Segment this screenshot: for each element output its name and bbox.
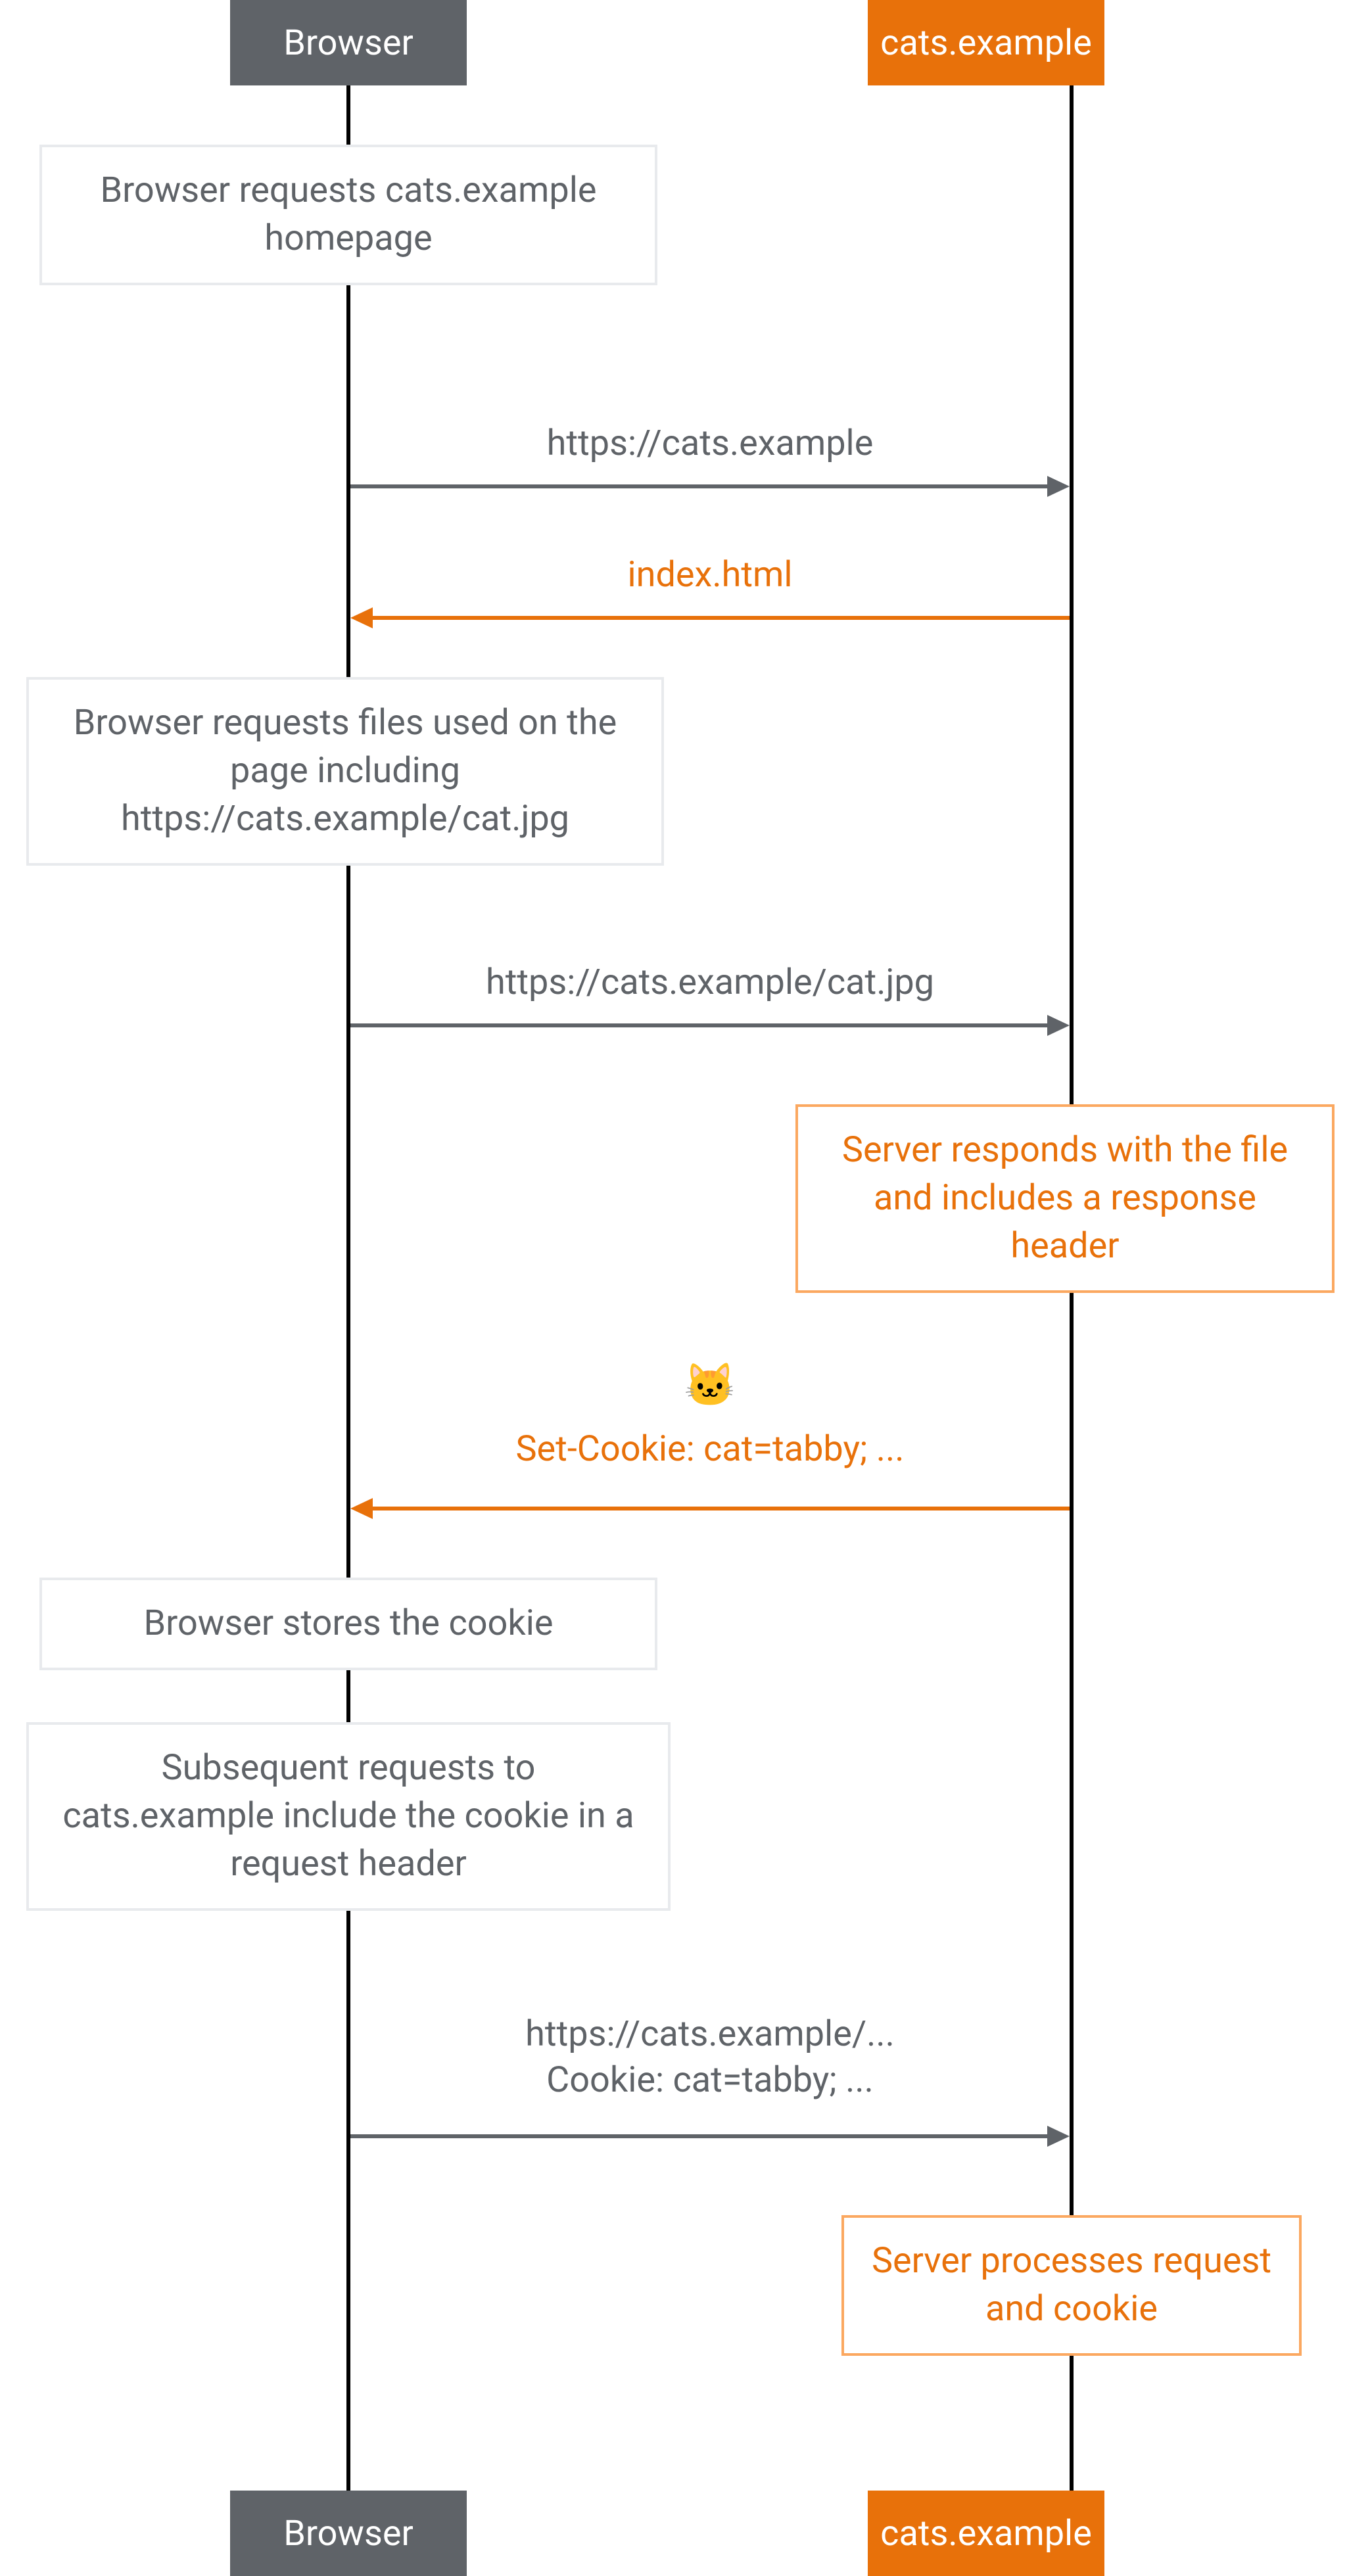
arrow-label-request-with-cookie: https://cats.example/... Cookie: cat=tab…: [350, 2011, 1070, 2103]
participant-server-top: cats.example: [868, 0, 1104, 85]
note-text: Subsequent requests to cats.example incl…: [62, 1747, 634, 1885]
participant-browser-bottom: Browser: [230, 2491, 467, 2576]
arrow-label-request-homepage: https://cats.example: [350, 421, 1070, 467]
participant-browser-top: Browser: [230, 0, 467, 85]
note-server-responds-header: Server responds with the file and includ…: [795, 1104, 1335, 1293]
arrow-request-homepage: [350, 473, 1070, 500]
arrow-label-index-html: index.html: [350, 552, 1070, 598]
participant-label: cats.example: [880, 22, 1092, 64]
note-browser-requests-homepage: Browser requests cats.example homepage: [39, 145, 657, 285]
note-text: Browser stores the cookie: [144, 1603, 554, 1644]
sequence-diagram: Browser cats.example Browser requests ca…: [0, 0, 1347, 2576]
note-server-processes: Server processes request and cookie: [841, 2215, 1302, 2356]
arrow-request-catjpg: [350, 1012, 1070, 1039]
note-text: Server processes request and cookie: [872, 2240, 1271, 2330]
arrow-label-line2: Cookie: cat=tabby; ...: [350, 2057, 1070, 2103]
arrow-request-with-cookie: [350, 2123, 1070, 2149]
cat-emoji-icon: 🐱: [350, 1361, 1070, 1410]
participant-server-bottom: cats.example: [868, 2491, 1104, 2576]
participant-label: cats.example: [880, 2513, 1092, 2554]
note-text: Browser requests cats.example homepage: [101, 170, 597, 259]
note-browser-stores-cookie: Browser stores the cookie: [39, 1578, 657, 1670]
note-text: Browser requests files used on the page …: [74, 702, 617, 839]
note-browser-requests-files: Browser requests files used on the page …: [26, 677, 664, 866]
participant-label: Browser: [283, 22, 414, 64]
arrow-response-index: [350, 605, 1070, 631]
arrow-label-request-catjpg: https://cats.example/cat.jpg: [350, 960, 1070, 1006]
arrow-label-line1: https://cats.example/...: [350, 2011, 1070, 2057]
arrow-response-setcookie: [350, 1495, 1070, 1522]
arrow-label-set-cookie: Set-Cookie: cat=tabby; ...: [350, 1426, 1070, 1472]
note-subsequent-requests: Subsequent requests to cats.example incl…: [26, 1722, 671, 1911]
participant-label: Browser: [283, 2513, 414, 2554]
note-text: Server responds with the file and includ…: [842, 1129, 1288, 1267]
